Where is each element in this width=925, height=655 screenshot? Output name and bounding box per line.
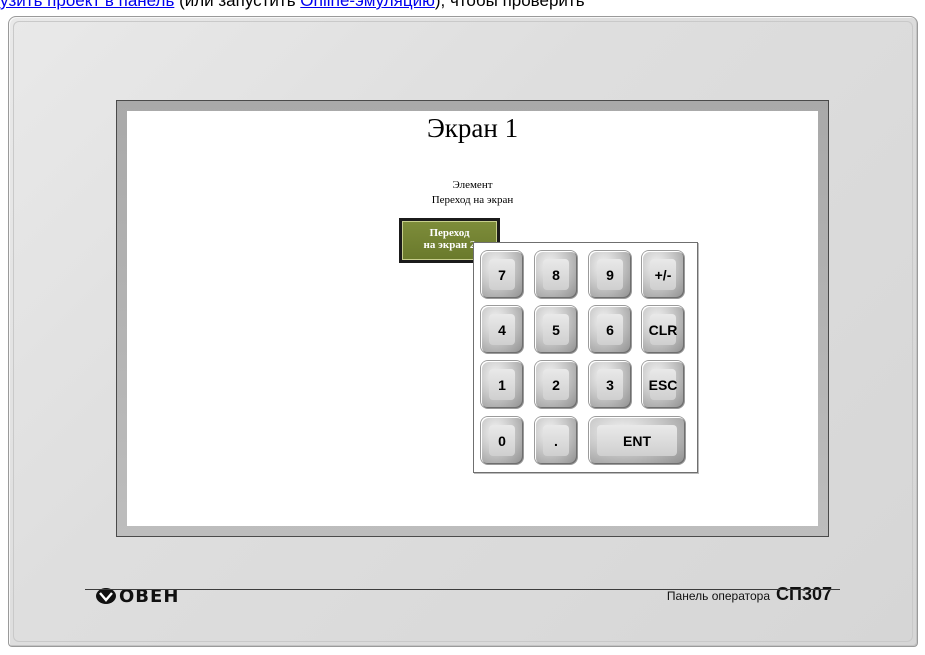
key-dot[interactable]: . bbox=[535, 417, 577, 464]
key-label: 3 bbox=[606, 376, 614, 393]
footer-divider bbox=[85, 589, 840, 590]
goto-button-label-1: Переход bbox=[429, 227, 470, 239]
key-face: +/- bbox=[650, 259, 676, 290]
element-label-line2: Переход на экран bbox=[431, 194, 514, 206]
key-label: 8 bbox=[552, 266, 560, 283]
key-face: 9 bbox=[597, 259, 623, 290]
key-label: . bbox=[554, 432, 558, 449]
upload-project-link[interactable]: узить проект в панель bbox=[0, 0, 174, 10]
key-face: 5 bbox=[543, 314, 569, 345]
key-clr[interactable]: CLR bbox=[642, 306, 684, 353]
key-label: +/- bbox=[654, 266, 672, 283]
key-face: 0 bbox=[489, 425, 515, 456]
key-face: 3 bbox=[597, 369, 623, 400]
key-0[interactable]: 0 bbox=[481, 417, 523, 464]
key-8[interactable]: 8 bbox=[535, 251, 577, 298]
key-label: 5 bbox=[552, 321, 560, 338]
key-label: 0 bbox=[498, 432, 506, 449]
key-face: 8 bbox=[543, 259, 569, 290]
key-face: ENT bbox=[597, 425, 677, 456]
key-face: 2 bbox=[543, 369, 569, 400]
element-label-line1: Элемент bbox=[452, 179, 493, 191]
panel-caption-text: Панель оператора bbox=[666, 589, 771, 603]
key-face: 6 bbox=[597, 314, 623, 345]
doc-text-2: ), чтобы проверить bbox=[434, 0, 585, 10]
key-6[interactable]: 6 bbox=[589, 306, 631, 353]
key-label: 2 bbox=[552, 376, 560, 393]
key-5[interactable]: 5 bbox=[535, 306, 577, 353]
key-1[interactable]: 1 bbox=[481, 361, 523, 408]
operator-panel-housing: Экран 1 Элемент Переход на экран Переход… bbox=[8, 16, 918, 647]
key-label: 6 bbox=[606, 321, 614, 338]
doc-text-1: (или запустить bbox=[174, 0, 301, 10]
key-label: CLR bbox=[648, 321, 678, 338]
online-emulation-link[interactable]: Online-эмуляцию bbox=[300, 0, 435, 10]
key-face: . bbox=[543, 425, 569, 456]
key-label: 9 bbox=[606, 266, 614, 283]
key-label: 1 bbox=[498, 376, 506, 393]
key-9[interactable]: 9 bbox=[589, 251, 631, 298]
key-label: 7 bbox=[498, 266, 506, 283]
key-face: ESC bbox=[648, 369, 678, 400]
key-face: 4 bbox=[489, 314, 515, 345]
key-face: 7 bbox=[489, 259, 515, 290]
key-label: 4 bbox=[498, 321, 506, 338]
key-3[interactable]: 3 bbox=[589, 361, 631, 408]
key-4[interactable]: 4 bbox=[481, 306, 523, 353]
key-ent[interactable]: ENT bbox=[589, 417, 685, 464]
key-7[interactable]: 7 bbox=[481, 251, 523, 298]
doc-text-line: узить проект в панель (или запустить Onl… bbox=[0, 0, 925, 13]
key-esc[interactable]: ESC bbox=[642, 361, 684, 408]
key-face: 1 bbox=[489, 369, 515, 400]
key-face: CLR bbox=[648, 314, 678, 345]
panel-model-caption: Панель оператора СП307 bbox=[667, 584, 832, 605]
key-label: ENT bbox=[623, 432, 651, 449]
key-2[interactable]: 2 bbox=[535, 361, 577, 408]
screen-title: Экран 1 bbox=[426, 113, 519, 143]
key-plus-minus[interactable]: +/- bbox=[642, 251, 684, 298]
numeric-keypad: 7 8 9 +/- 4 5 6 CLR 1 2 3 ESC 0 . ENT bbox=[473, 242, 698, 473]
panel-model-name: СП307 bbox=[776, 584, 832, 604]
key-label: ESC bbox=[648, 376, 678, 393]
